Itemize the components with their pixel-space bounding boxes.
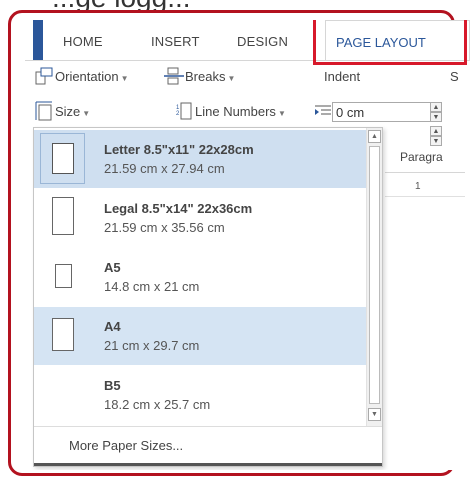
breaks-icon	[164, 67, 184, 90]
spin-up-button[interactable]: ▲	[430, 102, 442, 112]
ruler-mark: 1	[415, 181, 421, 192]
paper-size-item-letter[interactable]: Letter 8.5"x11" 22x28cm 21.59 cm x 27.94…	[34, 130, 366, 188]
paper-size-dimensions: 21 cm x 29.7 cm	[104, 338, 200, 353]
spacing-label: S	[450, 69, 459, 84]
menu-scrollbar[interactable]: ▲ ▼	[366, 128, 382, 426]
paragraph-group-label: Paragra	[400, 150, 443, 164]
word-ribbon-screenshot: HOME INSERT DESIGN PAGE LAYOUT Orientati…	[25, 20, 470, 470]
size-icon	[35, 101, 53, 126]
tab-home[interactable]: HOME	[63, 34, 103, 49]
paper-icon	[52, 318, 74, 351]
scroll-up-button[interactable]: ▲	[368, 130, 381, 143]
paper-icon	[52, 197, 74, 235]
more-paper-sizes-item[interactable]: More Paper Sizes...	[34, 426, 382, 466]
indent-left-input[interactable]: 0 cm	[332, 102, 442, 122]
tab-design[interactable]: DESIGN	[237, 34, 288, 49]
paper-size-name: A4	[104, 319, 121, 334]
size-label: Size	[55, 104, 81, 119]
paper-size-dimensions: 21.59 cm x 35.56 cm	[104, 220, 225, 235]
document-edge	[465, 170, 470, 470]
paper-size-item-legal[interactable]: Legal 8.5"x14" 22x36cm 21.59 cm x 35.56 …	[34, 189, 366, 247]
line-numbers-label: Line Numbers	[195, 104, 276, 119]
paper-size-dimensions: 18.2 cm x 25.7 cm	[104, 397, 211, 412]
chevron-down-icon: ▼	[120, 74, 129, 83]
chevron-down-icon: ▼	[277, 109, 286, 118]
paper-size-dimensions: 21.59 cm x 27.94 cm	[104, 161, 225, 176]
menu-bottom-border	[34, 463, 382, 466]
paper-size-dimensions: 14.8 cm x 21 cm	[104, 279, 200, 294]
indent-label: Indent	[324, 69, 361, 84]
spin-down-button[interactable]: ▼	[430, 112, 442, 122]
line-numbers-icon: 12	[176, 101, 192, 126]
paper-icon	[52, 143, 74, 174]
orientation-button[interactable]: Orientation ▼	[55, 69, 129, 84]
indent-left-value: 0 cm	[336, 105, 365, 120]
ribbon-divider	[385, 172, 470, 173]
breaks-button[interactable]: Breaks ▼	[185, 69, 235, 84]
spin-down-button[interactable]: ▼	[430, 136, 442, 146]
chevron-down-icon: ▼	[82, 109, 91, 118]
ribbon-tabs: HOME INSERT DESIGN PAGE LAYOUT	[25, 20, 470, 65]
paper-icon	[55, 264, 72, 288]
tab-insert[interactable]: INSERT	[151, 34, 200, 49]
paper-size-name: Legal 8.5"x14" 22x36cm	[104, 201, 253, 216]
chevron-down-icon: ▼	[227, 74, 236, 83]
orientation-icon	[35, 67, 53, 90]
paper-size-name: A5	[104, 260, 121, 275]
indent-left-icon	[315, 104, 331, 123]
page-layout-highlight	[313, 20, 467, 65]
size-button[interactable]: Size ▼	[55, 104, 90, 119]
svg-text:2: 2	[176, 111, 180, 117]
paper-size-name: B5	[104, 378, 121, 393]
paper-size-item-b5[interactable]: B5 18.2 cm x 25.7 cm	[34, 366, 366, 424]
size-dropdown-menu: Letter 8.5"x11" 22x28cm 21.59 cm x 27.94…	[33, 127, 383, 467]
paper-size-item-a4[interactable]: A4 21 cm x 29.7 cm	[34, 307, 366, 365]
scrollbar-thumb[interactable]	[369, 146, 380, 404]
spin-up-button[interactable]: ▲	[430, 126, 442, 136]
file-tab-edge[interactable]	[33, 20, 43, 60]
paper-size-name: Letter 8.5"x11" 22x28cm	[104, 142, 254, 157]
paper-size-item-a5[interactable]: A5 14.8 cm x 21 cm	[34, 248, 366, 306]
breaks-label: Breaks	[185, 69, 226, 84]
orientation-label: Orientation	[55, 69, 119, 84]
scroll-down-button[interactable]: ▼	[368, 408, 381, 421]
more-paper-sizes-label: More Paper Sizes...	[69, 438, 184, 453]
line-numbers-button[interactable]: Line Numbers ▼	[195, 104, 286, 119]
ruler: 1	[385, 180, 470, 197]
